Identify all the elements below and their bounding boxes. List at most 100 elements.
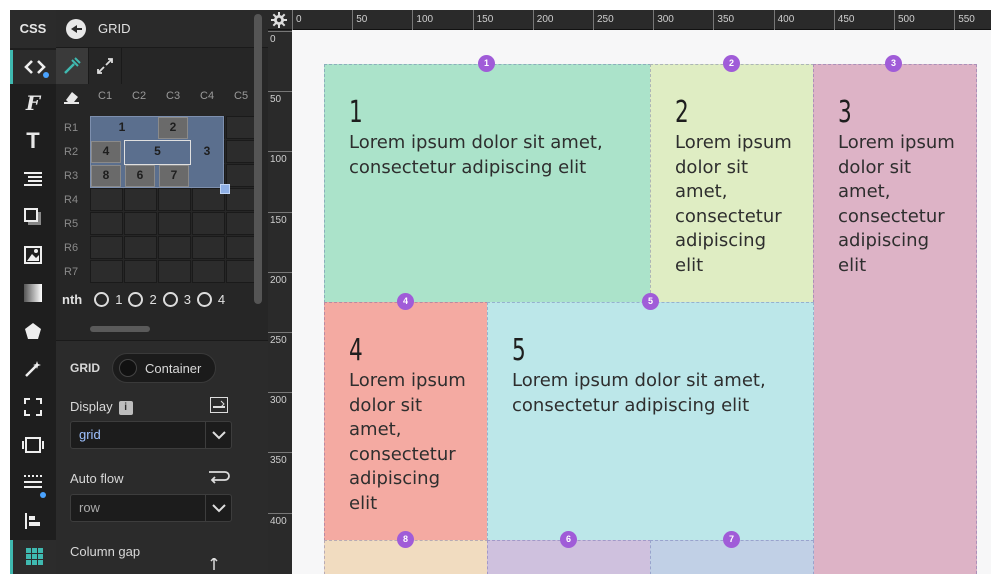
item-text: Lorem ipsum dolor sit amet, consectetur …: [675, 132, 792, 276]
grid-cell[interactable]: [90, 260, 123, 283]
grid-cell[interactable]: [124, 212, 157, 235]
nth-radio[interactable]: [94, 292, 110, 307]
col-header: C4: [200, 90, 215, 102]
item-number: 1: [349, 95, 363, 130]
ruler-label: 50: [356, 14, 368, 25]
col-header: C3: [166, 90, 181, 102]
grid-panel: GRID C1 C2 C3 C4 C5 R1 R2 R3 R4 R5 R6 R7…: [56, 10, 268, 574]
display-toggle-icon[interactable]: [210, 397, 228, 418]
grid-item-label: 6: [136, 168, 144, 182]
ruler-tick: [532, 10, 534, 30]
item-number: 3: [838, 95, 852, 130]
align-icon[interactable]: [10, 504, 56, 538]
lines-icon[interactable]: [10, 466, 56, 500]
grid-marker[interactable]: 2: [723, 55, 740, 72]
item-text: Lorem ipsum dolor sit amet, consectetur …: [838, 132, 955, 276]
grid-cell[interactable]: [192, 260, 225, 283]
ruler-label: 100: [416, 14, 434, 25]
grid-item-1[interactable]: 1 Lorem ipsum dolor sit amet, consectetu…: [324, 64, 651, 303]
ruler-label: 100: [270, 154, 287, 166]
col-header: C5: [234, 90, 249, 102]
box-shadow-icon[interactable]: [10, 200, 56, 234]
nth-radio[interactable]: [128, 292, 144, 307]
grid-icon[interactable]: [10, 540, 56, 574]
ruler-tick: [268, 452, 292, 454]
grid-marker[interactable]: 5: [642, 293, 659, 310]
row-header: R5: [64, 218, 79, 230]
grid-cell[interactable]: [124, 188, 157, 211]
grid-marker[interactable]: 3: [885, 55, 902, 72]
grid-cell[interactable]: [158, 212, 191, 235]
layers-icon[interactable]: [10, 428, 56, 462]
grid-item-4[interactable]: 4 Lorem ipsum dolor sit amet, consectetu…: [324, 302, 488, 541]
horizontal-scrollbar[interactable]: [90, 326, 150, 332]
ruler-tick: [894, 10, 895, 30]
grid-marker[interactable]: 1: [478, 55, 495, 72]
gradient-icon[interactable]: [10, 276, 56, 310]
ruler-label: 300: [270, 395, 287, 407]
grid-item-label: 4: [102, 144, 110, 158]
grid-cell[interactable]: [158, 260, 191, 283]
ruler-tick: [268, 332, 292, 333]
list-icon[interactable]: [10, 162, 56, 196]
wrap-icon[interactable]: [208, 468, 230, 491]
grid-cell[interactable]: [90, 188, 123, 211]
container-toggle[interactable]: Container: [112, 353, 216, 383]
grid-marker[interactable]: 4: [397, 293, 414, 310]
grid-cell[interactable]: [90, 212, 123, 235]
ruler-label: 200: [536, 14, 554, 25]
ruler-label: 0: [270, 34, 276, 45]
grid-cell[interactable]: [124, 260, 157, 283]
ruler-label: 450: [837, 14, 855, 25]
auto-flow-label: Auto flow: [70, 471, 124, 486]
css-tab[interactable]: CSS: [10, 10, 56, 48]
pick-icon[interactable]: [56, 48, 89, 84]
grid-cell[interactable]: [192, 236, 225, 259]
gap-icon[interactable]: [208, 556, 220, 574]
ruler-label: 250: [270, 335, 287, 346]
code-icon[interactable]: [10, 50, 56, 84]
grid-item-label: 7: [170, 168, 178, 182]
grid-marker[interactable]: 8: [397, 531, 414, 548]
nth-radio[interactable]: [162, 292, 178, 307]
resize-handle[interactable]: [220, 184, 230, 194]
nth-radio[interactable]: [196, 292, 212, 307]
eraser-icon[interactable]: [64, 90, 80, 109]
grid-item-3[interactable]: 3 Lorem ipsum dolor sit amet, consectetu…: [813, 64, 977, 574]
back-icon[interactable]: [66, 18, 86, 39]
grid-cell[interactable]: [158, 236, 191, 259]
ruler-label: 400: [270, 515, 287, 527]
ruler-tick: [833, 10, 835, 30]
ruler-tick: [268, 271, 292, 273]
ruler-label: 350: [270, 455, 287, 467]
image-icon[interactable]: [10, 238, 56, 272]
grid-cell[interactable]: [192, 212, 225, 235]
grid-item-5[interactable]: 5 Lorem ipsum dolor sit amet, consectetu…: [487, 302, 814, 541]
fullscreen-icon[interactable]: [10, 390, 56, 424]
grid-item-2[interactable]: 2 Lorem ipsum dolor sit amet, consectetu…: [650, 64, 814, 303]
ruler-tick: [653, 10, 655, 30]
font-family-icon[interactable]: F: [10, 86, 56, 120]
text-icon[interactable]: T: [10, 124, 56, 158]
grid-cell[interactable]: [90, 236, 123, 259]
ruler-tick: [352, 10, 354, 30]
magic-wand-icon[interactable]: [10, 352, 56, 386]
info-icon[interactable]: i: [118, 400, 133, 415]
panel-scrollbar[interactable]: [254, 14, 262, 304]
nth-option: 4: [217, 292, 226, 307]
grid-marker[interactable]: 7: [723, 531, 740, 548]
grid-item-label: 1: [118, 120, 126, 134]
ruler-label: 200: [270, 274, 287, 286]
expand-icon[interactable]: [89, 48, 122, 84]
grid-marker[interactable]: 6: [560, 531, 577, 548]
grid-label: GRID: [70, 361, 100, 375]
display-select[interactable]: grid: [70, 421, 232, 449]
icon-rail: CSS F T: [10, 10, 56, 574]
grid-cell[interactable]: [158, 188, 191, 211]
nth-option: 1: [115, 292, 123, 307]
row-header: R7: [64, 266, 79, 278]
ruler-label: 0: [296, 14, 302, 25]
auto-flow-select[interactable]: row: [70, 494, 232, 522]
grid-cell[interactable]: [124, 236, 157, 259]
shape-icon[interactable]: [10, 314, 56, 348]
